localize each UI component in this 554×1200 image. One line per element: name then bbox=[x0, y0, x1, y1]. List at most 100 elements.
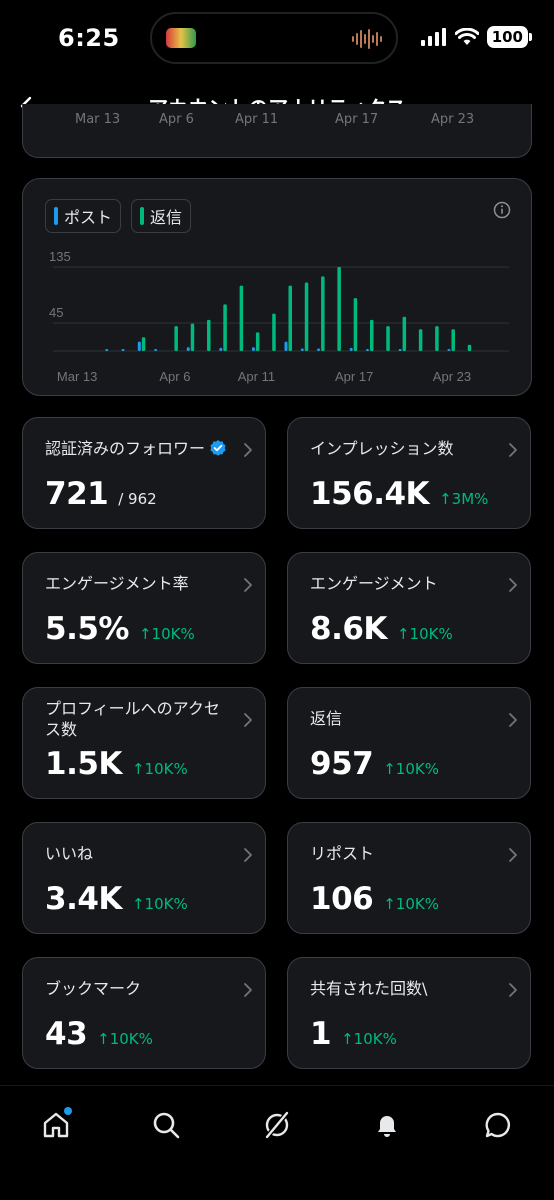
metric-label: 返信 bbox=[310, 708, 494, 729]
metric-label: 共有された回数\ bbox=[310, 978, 494, 999]
metric-value: 8.6K bbox=[310, 611, 387, 647]
metric-value: 1 bbox=[310, 1016, 332, 1052]
post-bar bbox=[447, 349, 451, 351]
previous-chart-x-tick: Mar 13 bbox=[75, 112, 121, 127]
chevron-right-icon bbox=[244, 443, 252, 457]
metric-card[interactable]: エンゲージメント率 5.5% ↑10K% bbox=[22, 552, 266, 664]
reply-bar bbox=[272, 313, 276, 351]
reply-bar bbox=[239, 285, 244, 351]
activity-chart-card: 45 135 Mar 13 Apr 6 Apr 11 Apr 17 Apr 23 ポスト 返信 bbox=[22, 178, 532, 396]
reply-bar bbox=[141, 337, 146, 351]
status-bar: 6:25 100 bbox=[0, 0, 554, 80]
messages-icon bbox=[485, 1112, 511, 1138]
metric-change: ↑10K% bbox=[341, 1030, 397, 1048]
reply-bar bbox=[435, 326, 439, 351]
metric-change: ↑10K% bbox=[383, 760, 439, 778]
metric-card[interactable]: リポスト 106 ↑10K% bbox=[287, 822, 531, 934]
metric-card[interactable]: いいね 3.4K ↑10K% bbox=[22, 822, 266, 934]
legend-item[interactable]: 返信 bbox=[131, 199, 192, 233]
post-bar bbox=[365, 349, 369, 351]
metric-label-text: 返信 bbox=[310, 709, 343, 728]
post-bar bbox=[300, 348, 304, 351]
metric-label-text: エンゲージメント率 bbox=[45, 574, 189, 593]
now-playing-artwork bbox=[166, 28, 196, 48]
post-bar bbox=[121, 349, 125, 351]
metric-change: ↑10K% bbox=[138, 625, 195, 643]
grok-icon bbox=[265, 1111, 289, 1139]
metric-label-text: 認証済みのフォロワー bbox=[45, 439, 206, 458]
metric-change: ↑10K% bbox=[383, 895, 439, 913]
y-tick-label: 45 bbox=[49, 305, 63, 320]
metric-change: ↑10K% bbox=[131, 895, 188, 913]
audio-waveform-icon bbox=[352, 28, 382, 50]
x-tick-label: Mar 13 bbox=[57, 369, 97, 384]
nav-home[interactable] bbox=[39, 1107, 73, 1142]
previous-chart-card[interactable]: Mar 13 Apr 6 Apr 11 Apr 17 Apr 23 bbox=[22, 104, 532, 158]
reply-bar bbox=[369, 319, 374, 351]
metric-label-text: プロフィールへのアクセス数 bbox=[45, 699, 220, 739]
post-bar bbox=[349, 347, 353, 351]
metric-value-row: 8.6K ↑10K% bbox=[310, 611, 453, 647]
nav-search[interactable] bbox=[149, 1108, 183, 1142]
metric-value: 721 bbox=[45, 476, 109, 512]
cellular-signal-icon bbox=[420, 28, 446, 46]
metric-card[interactable]: インプレッション数 156.4K ↑3M% bbox=[287, 417, 531, 529]
metric-label: プロフィールへのアクセス数 bbox=[45, 698, 229, 740]
metric-total: / 962 bbox=[118, 490, 157, 508]
metric-change: ↑3M% bbox=[439, 490, 489, 508]
reply-bar bbox=[190, 323, 195, 351]
previous-chart-x-tick: Apr 23 bbox=[431, 112, 475, 127]
metric-value: 5.5% bbox=[45, 611, 129, 647]
legend-item[interactable]: ポスト bbox=[45, 199, 122, 233]
dynamic-island[interactable] bbox=[150, 12, 398, 64]
chevron-right-icon bbox=[509, 578, 517, 592]
metric-card[interactable]: 共有された回数\ 1 ↑10K% bbox=[287, 957, 531, 1069]
metric-value-row: 156.4K ↑3M% bbox=[310, 476, 488, 512]
metric-label-text: 共有された回数\ bbox=[310, 979, 428, 998]
metric-card[interactable]: エンゲージメント 8.6K ↑10K% bbox=[287, 552, 531, 664]
metric-value-row: 43 ↑10K% bbox=[45, 1016, 153, 1052]
metric-change: ↑10K% bbox=[131, 760, 188, 778]
post-bar bbox=[137, 341, 141, 351]
status-indicators: 100 bbox=[420, 26, 533, 48]
previous-chart-x-tick: Apr 6 bbox=[159, 112, 194, 127]
post-bar bbox=[317, 348, 321, 351]
wifi-icon bbox=[454, 28, 479, 45]
nav-grok[interactable] bbox=[260, 1108, 294, 1142]
metric-card[interactable]: 返信 957 ↑10K% bbox=[287, 687, 531, 799]
post-bar bbox=[154, 349, 158, 351]
metric-value: 957 bbox=[310, 746, 374, 782]
metric-value: 3.4K bbox=[45, 881, 122, 917]
nav-notifications[interactable] bbox=[370, 1108, 404, 1142]
status-time: 6:25 bbox=[58, 24, 120, 52]
chart-legend: ポスト 返信 bbox=[45, 199, 192, 233]
legend-swatch bbox=[54, 207, 58, 225]
chevron-right-icon bbox=[244, 578, 252, 592]
previous-chart-x-tick: Apr 11 bbox=[235, 112, 279, 127]
metric-label: リポスト bbox=[310, 843, 494, 864]
nav-messages[interactable] bbox=[481, 1108, 515, 1142]
chevron-right-icon bbox=[509, 713, 517, 727]
metric-card[interactable]: ブックマーク 43 ↑10K% bbox=[22, 957, 266, 1069]
metric-label: いいね bbox=[45, 843, 229, 864]
metric-card[interactable]: 認証済みのフォロワー 721 / 962 bbox=[22, 417, 266, 529]
reply-bar bbox=[304, 282, 309, 351]
post-bar bbox=[186, 347, 190, 351]
legend-swatch bbox=[140, 207, 145, 225]
metric-value-row: 1 ↑10K% bbox=[310, 1016, 397, 1052]
info-icon[interactable] bbox=[493, 201, 511, 219]
metric-value: 156.4K bbox=[310, 476, 430, 512]
reply-bar bbox=[467, 344, 472, 351]
metric-card[interactable]: プロフィールへのアクセス数 1.5K ↑10K% bbox=[22, 687, 266, 799]
metric-value-row: 106 ↑10K% bbox=[310, 881, 439, 917]
post-bar bbox=[398, 349, 402, 351]
metric-label: ブックマーク bbox=[45, 978, 229, 999]
x-tick-label: Apr 23 bbox=[433, 369, 471, 384]
reply-bar bbox=[288, 285, 292, 351]
reply-bar bbox=[402, 316, 407, 351]
reply-bar bbox=[451, 329, 455, 351]
post-bar bbox=[284, 341, 288, 351]
metric-value: 106 bbox=[310, 881, 374, 917]
metric-label: インプレッション数 bbox=[310, 438, 494, 459]
post-bar bbox=[219, 347, 223, 351]
